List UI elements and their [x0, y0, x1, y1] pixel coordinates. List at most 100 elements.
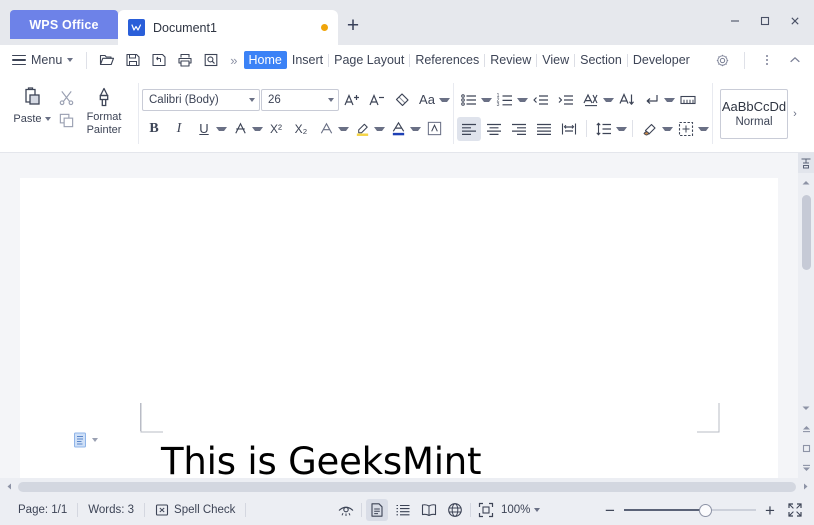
zoom-in-button[interactable]: +: [761, 502, 779, 519]
document-page[interactable]: This is GeeksMint: [20, 178, 778, 478]
subscript-button[interactable]: X₂: [289, 117, 313, 141]
tab-insert[interactable]: Insert: [287, 51, 328, 69]
maximize-icon[interactable]: [750, 8, 780, 34]
scroll-up-button[interactable]: [798, 173, 814, 193]
horizontal-scrollbar[interactable]: [0, 478, 814, 495]
web-layout-icon[interactable]: [444, 499, 466, 521]
zoom-out-button[interactable]: −: [601, 502, 619, 519]
tab-references[interactable]: References: [410, 51, 484, 69]
style-preview-text: AaBbCcDd: [721, 99, 787, 114]
print-preview-icon[interactable]: [198, 48, 224, 72]
select-browse-object-button[interactable]: [798, 438, 814, 458]
open-icon[interactable]: [94, 48, 120, 72]
numbered-list-button[interactable]: 123: [493, 88, 528, 112]
show-formatting-marks-button[interactable]: [640, 88, 675, 112]
text-effects-button[interactable]: [314, 117, 349, 141]
style-normal-button[interactable]: AaBbCcDd Normal: [720, 88, 788, 139]
borders-button[interactable]: [674, 117, 709, 141]
italic-button[interactable]: I: [167, 117, 191, 141]
scroll-left-button[interactable]: [2, 482, 16, 491]
minimize-icon[interactable]: [720, 8, 750, 34]
tab-section[interactable]: Section: [575, 51, 627, 69]
line-spacing-button[interactable]: [592, 117, 627, 141]
tab-page-layout[interactable]: Page Layout: [329, 51, 409, 69]
reading-view-icon[interactable]: [418, 499, 440, 521]
fit-to-window-icon[interactable]: [475, 499, 497, 521]
align-right-icon[interactable]: [507, 117, 531, 141]
change-case-button[interactable]: Aa: [415, 88, 450, 112]
print-layout-icon[interactable]: [366, 499, 388, 521]
bold-button[interactable]: B: [142, 117, 166, 141]
character-border-icon[interactable]: [422, 117, 446, 141]
bullet-list-button[interactable]: [457, 88, 492, 112]
shading-button[interactable]: [638, 117, 673, 141]
document-tab[interactable]: Document1: [118, 10, 338, 45]
tab-home[interactable]: Home: [243, 51, 287, 69]
font-color-button[interactable]: [386, 117, 421, 141]
document-tab-label: Document1: [153, 20, 217, 35]
styles-more-button[interactable]: ›: [788, 108, 802, 120]
horizontal-scroll-thumb[interactable]: [18, 481, 796, 492]
tab-review[interactable]: Review: [485, 51, 536, 69]
distribute-icon[interactable]: [557, 117, 581, 141]
chevron-down-icon: [216, 126, 227, 131]
increase-indent-icon[interactable]: [554, 88, 578, 112]
paste-options-button[interactable]: [73, 432, 98, 448]
strikethrough-button[interactable]: [228, 117, 263, 141]
grow-font-icon[interactable]: [340, 88, 364, 112]
menu-button[interactable]: Menu: [0, 48, 79, 72]
word-count-status[interactable]: Words: 3: [78, 504, 144, 516]
svg-text:3: 3: [497, 102, 500, 108]
ruler-toggle-icon[interactable]: [798, 153, 814, 173]
align-left-icon[interactable]: [457, 116, 481, 141]
shrink-font-icon[interactable]: [365, 88, 389, 112]
paragraph-layout-icon[interactable]: [676, 88, 700, 112]
zoom-slider[interactable]: [624, 503, 756, 517]
page-count-status[interactable]: Page: 1/1: [8, 504, 77, 516]
spell-check-button[interactable]: Spell Check: [145, 503, 245, 517]
print-icon[interactable]: [172, 48, 198, 72]
fullscreen-icon[interactable]: [784, 499, 806, 521]
format-painter-button[interactable]: Format Painter: [77, 81, 131, 137]
new-tab-button[interactable]: +: [338, 10, 368, 45]
decrease-indent-icon[interactable]: [529, 88, 553, 112]
superscript-button[interactable]: X²: [264, 117, 288, 141]
borders-icon: [674, 117, 698, 141]
scroll-right-button[interactable]: [798, 482, 812, 491]
copy-icon[interactable]: [58, 112, 75, 129]
wps-office-brand-button[interactable]: WPS Office: [10, 10, 118, 39]
highlight-color-button[interactable]: [350, 117, 385, 141]
vertical-scrollbar[interactable]: [798, 153, 814, 478]
zoom-slider-thumb[interactable]: [699, 503, 713, 517]
document-body-text[interactable]: This is GeeksMint: [161, 440, 482, 478]
vertical-scroll-thumb[interactable]: [801, 195, 811, 270]
collapse-ribbon-icon[interactable]: [782, 48, 808, 72]
align-center-icon[interactable]: [482, 117, 506, 141]
tab-view[interactable]: View: [537, 51, 574, 69]
reading-layout-icon[interactable]: [335, 499, 357, 521]
scroll-down-button[interactable]: [798, 398, 814, 418]
justify-icon[interactable]: [532, 117, 556, 141]
previous-page-button[interactable]: [798, 418, 814, 438]
underline-button[interactable]: U: [192, 117, 227, 141]
font-size-combobox[interactable]: 26: [261, 88, 339, 111]
multilevel-list-button[interactable]: [579, 88, 614, 112]
cut-copy-stack: [58, 81, 75, 129]
next-page-button[interactable]: [798, 458, 814, 478]
font-family-value: Calibri (Body): [149, 93, 219, 106]
tab-developer[interactable]: Developer: [628, 51, 695, 69]
quick-access-overflow-icon[interactable]: »: [224, 53, 243, 68]
save-icon[interactable]: [120, 48, 146, 72]
font-group: Calibri (Body) 26 Aa B I U X² X₂: [142, 75, 450, 153]
clear-formatting-icon[interactable]: [390, 88, 414, 112]
zoom-level-button[interactable]: 100%: [501, 504, 541, 516]
cut-icon[interactable]: [58, 89, 75, 106]
close-icon[interactable]: [780, 8, 810, 34]
sort-icon[interactable]: [615, 88, 639, 112]
outline-view-icon[interactable]: [392, 499, 414, 521]
more-options-icon[interactable]: [754, 48, 780, 72]
settings-gear-icon[interactable]: [709, 48, 735, 72]
font-family-combobox[interactable]: Calibri (Body): [142, 88, 260, 111]
save-as-icon[interactable]: [146, 48, 172, 72]
paste-button[interactable]: Paste: [8, 81, 56, 125]
